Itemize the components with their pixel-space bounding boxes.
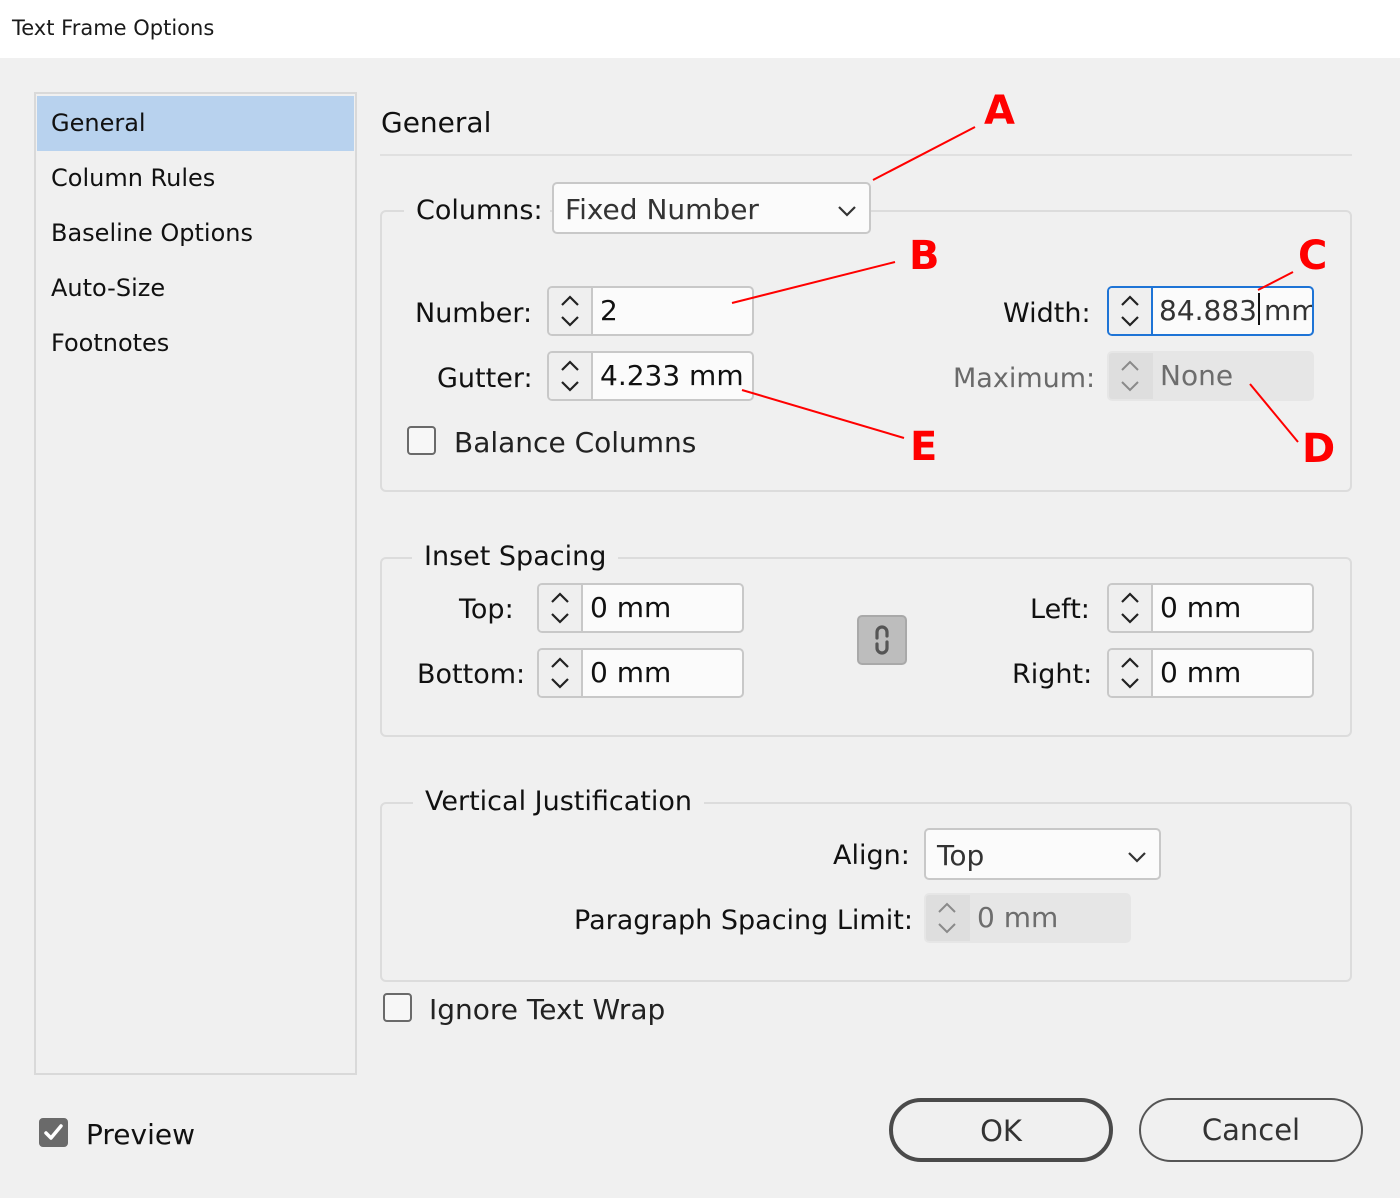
gutter-input[interactable]: 4.233 mm (593, 353, 752, 399)
left-spin-arrows[interactable] (1109, 585, 1153, 631)
ignore-text-wrap-checkbox[interactable] (383, 993, 412, 1022)
vertical-justification-group (380, 802, 1352, 982)
up-down-arrows-icon (1121, 592, 1139, 624)
ignore-text-wrap-label: Ignore Text Wrap (429, 993, 666, 1026)
window-title: Text Frame Options (12, 16, 215, 40)
columns-type-value: Fixed Number (565, 193, 759, 226)
chevron-down-icon (837, 202, 857, 221)
number-input[interactable]: 2 (593, 288, 752, 334)
align-value: Top (937, 839, 985, 872)
top-inset-stepper[interactable]: 0 mm (537, 583, 744, 633)
width-unit: mm (1263, 294, 1312, 327)
right-inset-stepper[interactable]: 0 mm (1107, 648, 1314, 698)
width-stepper[interactable]: 84.883mm (1107, 286, 1314, 336)
left-inset-input[interactable]: 0 mm (1153, 585, 1312, 631)
up-down-arrows-icon (938, 902, 956, 934)
up-down-arrows-icon (1121, 295, 1139, 327)
width-spin-arrows[interactable] (1109, 288, 1153, 334)
chain-link-icon (875, 625, 889, 655)
sidebar-item-footnotes[interactable]: Footnotes (37, 316, 354, 371)
ok-button[interactable]: OK (889, 1098, 1113, 1162)
maximum-input: None (1160, 359, 1234, 392)
sidebar-item-baseline-options[interactable]: Baseline Options (37, 206, 354, 261)
top-inset-input[interactable]: 0 mm (583, 585, 742, 631)
balance-columns-checkbox[interactable] (407, 426, 436, 455)
right-inset-input[interactable]: 0 mm (1153, 650, 1312, 696)
sidebar-item-general[interactable]: General (37, 96, 354, 151)
title-bar: Text Frame Options (0, 0, 1400, 58)
link-insets-toggle[interactable] (857, 615, 907, 665)
annotation-label-a: A (984, 88, 1015, 134)
gutter-spin-arrows[interactable] (549, 353, 593, 399)
left-label: Left: (1030, 594, 1090, 625)
preview-checkbox[interactable] (39, 1118, 68, 1147)
category-sidebar: General Column Rules Baseline Options Au… (34, 92, 357, 1075)
paragraph-spacing-limit-input: 0 mm (977, 901, 1059, 934)
width-label: Width: (1003, 298, 1091, 329)
annotation-label-e: E (910, 424, 938, 470)
right-label: Right: (1012, 659, 1093, 690)
bottom-inset-input[interactable]: 0 mm (583, 650, 742, 696)
gutter-stepper[interactable]: 4.233 mm (547, 351, 754, 401)
gutter-label: Gutter: (437, 363, 533, 394)
top-spin-arrows[interactable] (539, 585, 583, 631)
sidebar-item-auto-size[interactable]: Auto-Size (37, 261, 354, 316)
annotation-label-d: D (1302, 426, 1336, 472)
width-input[interactable]: 84.883mm (1153, 288, 1312, 334)
left-inset-stepper[interactable]: 0 mm (1107, 583, 1314, 633)
text-cursor (1257, 293, 1260, 325)
width-value: 84.883 (1159, 294, 1257, 327)
align-dropdown[interactable]: Top (924, 828, 1161, 880)
up-down-arrows-icon (561, 295, 579, 327)
maximum-label: Maximum: (953, 363, 1096, 394)
right-spin-arrows[interactable] (1109, 650, 1153, 696)
page-title: General (381, 106, 492, 139)
up-down-arrows-icon (561, 360, 579, 392)
maximum-spin-arrows (1109, 353, 1153, 399)
heading-divider (380, 154, 1352, 156)
annotation-label-b: B (909, 233, 940, 279)
columns-label: Columns: (416, 195, 543, 226)
checkmark-icon (44, 1124, 63, 1140)
up-down-arrows-icon (551, 657, 569, 689)
up-down-arrows-icon (1121, 657, 1139, 689)
preview-label: Preview (86, 1118, 195, 1151)
annotation-label-c: C (1298, 233, 1328, 279)
vertical-justification-legend: Vertical Justification (413, 786, 704, 817)
paragraph-spacing-limit-label: Paragraph Spacing Limit: (574, 905, 913, 936)
columns-type-dropdown[interactable]: Fixed Number (552, 182, 871, 234)
top-label: Top: (459, 594, 514, 625)
number-label: Number: (415, 298, 533, 329)
align-label: Align: (833, 840, 910, 871)
sidebar-item-column-rules[interactable]: Column Rules (37, 151, 354, 206)
paragraph-spin-arrows (926, 895, 970, 941)
bottom-spin-arrows[interactable] (539, 650, 583, 696)
chevron-down-icon (1127, 848, 1147, 867)
bottom-label: Bottom: (417, 659, 526, 690)
maximum-stepper: None (1107, 351, 1314, 401)
up-down-arrows-icon (551, 592, 569, 624)
up-down-arrows-icon (1121, 360, 1139, 392)
inset-spacing-legend: Inset Spacing (412, 541, 619, 572)
paragraph-spacing-limit-stepper: 0 mm (924, 893, 1131, 943)
balance-columns-label: Balance Columns (454, 426, 697, 459)
cancel-button[interactable]: Cancel (1139, 1098, 1363, 1162)
number-spin-arrows[interactable] (549, 288, 593, 334)
number-stepper[interactable]: 2 (547, 286, 754, 336)
bottom-inset-stepper[interactable]: 0 mm (537, 648, 744, 698)
